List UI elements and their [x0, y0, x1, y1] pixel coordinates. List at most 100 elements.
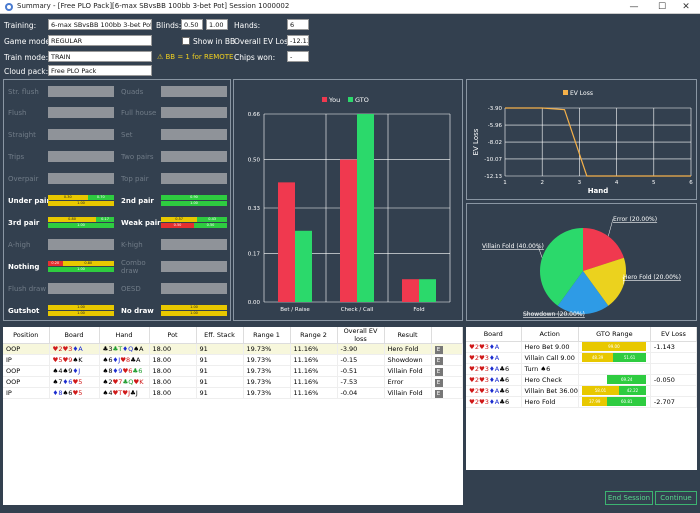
table-row[interactable]: ♥2♥3♦A♣6 Hero Fold 37.99 60.81 -2.707 — [466, 396, 697, 408]
show-in-bb-checkbox[interactable] — [182, 37, 190, 45]
edit-cell[interactable]: E — [431, 365, 463, 377]
blind-sb-field[interactable]: 0.50 — [181, 19, 203, 30]
category-bar-3rd-pair[interactable]: 0.80 0.17 1.00 — [48, 217, 114, 228]
bar-you-fold — [402, 279, 419, 302]
window-title: Summary - [Free PLO Pack][6-max SBvsBB 1… — [17, 2, 290, 10]
table-row[interactable]: OOP ♠7♦6♥5 ♠2♥7♣Q♥K 18.00 91 19.73% 11.16% -7.5… — [3, 376, 463, 388]
column-header-board[interactable]: Board — [466, 327, 522, 342]
category-bar-under-pair[interactable]: 0.30 0.70 1.00 — [48, 195, 114, 206]
range-2-cell: 11.16% — [290, 387, 338, 399]
edit-icon[interactable]: E — [434, 356, 443, 365]
edit-cell[interactable]: E — [431, 387, 463, 399]
table-row[interactable]: IP ♥5♥9♠K ♠6♦J♥8♣A 18.00 91 19.73% 11.16% -0.15… — [3, 354, 463, 366]
category-bar-flush-draw[interactable] — [48, 283, 114, 294]
category-bar-combo-draw[interactable] — [161, 261, 227, 272]
table-row[interactable]: ♥2♥3♦A♣6 Villain Bet 36.00 58.01 42.22 — [466, 385, 697, 397]
category-bar-nothing[interactable]: 0.20 0.80 1.00 — [48, 261, 114, 272]
category-bar-full-house[interactable] — [161, 107, 227, 118]
edit-icon[interactable]: E — [434, 345, 443, 354]
y-tick-label: 0.17 — [248, 252, 261, 258]
gto-range-cell: 48.39 51.61 — [578, 352, 651, 364]
train-mode-field[interactable]: TRAIN — [48, 51, 152, 62]
gto-range-bar: 37.99 60.81 — [581, 397, 646, 406]
column-header-result[interactable]: Result — [384, 327, 432, 344]
bar-gto-bet-raise — [295, 230, 312, 302]
category-bar-flush[interactable] — [48, 107, 114, 118]
column-header-pot[interactable]: Pot — [149, 327, 197, 344]
column-header-hand[interactable]: Hand — [99, 327, 150, 344]
y-tick-label: 0.50 — [248, 158, 261, 164]
cloud-pack-field[interactable]: Free PLO Pack — [48, 65, 152, 76]
category-bar-gutshot[interactable]: 1.00 1.00 — [48, 305, 114, 316]
overall-ev-loss-cell: -0.51 — [337, 365, 385, 377]
table-row[interactable]: ♥2♥3♦A Hero Bet 9.00 99.00 -1.143 — [466, 341, 697, 353]
category-bar-overpair[interactable] — [48, 173, 114, 184]
continue-button[interactable]: Continue — [655, 491, 697, 505]
category-bar-str-flush[interactable] — [48, 86, 114, 97]
category-bar-trips[interactable] — [48, 151, 114, 162]
edit-cell[interactable]: E — [431, 343, 463, 355]
table-row[interactable]: ♥2♥3♦A♣6 Turn ♠6 — [466, 363, 697, 375]
edit-icon[interactable]: E — [434, 389, 443, 398]
category-bar-weak-pair[interactable]: 0.57 0.43 0.50 0.50 — [161, 217, 227, 228]
column-header-gto-range[interactable]: GTO Range — [578, 327, 651, 342]
category-bar-2nd-pair[interactable]: 0.90 1.00 — [161, 195, 227, 206]
pot-cell: 18.00 — [149, 354, 197, 366]
column-header-range-1[interactable]: Range 1 — [243, 327, 291, 344]
game-mode-field[interactable]: REGULAR — [48, 35, 152, 46]
x-tick-label: 2 — [540, 180, 544, 186]
edit-icon[interactable]: E — [434, 378, 443, 387]
edit-icon[interactable]: E — [434, 367, 443, 376]
category-bar-segment: 0.80 — [48, 217, 97, 222]
category-bar-set[interactable] — [161, 129, 227, 140]
category-bar-no-draw[interactable]: 1.00 1.00 — [161, 305, 227, 316]
gto-range-bar: 69.24 — [581, 375, 646, 384]
column-header-board[interactable]: Board — [49, 327, 100, 344]
action-cell: Villain Bet 36.00 — [521, 385, 579, 397]
blind-bb-field[interactable]: 1.00 — [206, 19, 228, 30]
action-cell: Turn ♠6 — [521, 363, 579, 375]
ev-loss-panel: EV Loss -3.90 -5.96 -8.02 -10.07 -12.13 1 2 3 4 5 6… — [466, 79, 697, 200]
category-bar-straight[interactable] — [48, 129, 114, 140]
pie-label-leader — [608, 218, 614, 237]
category-bar-k-high[interactable] — [161, 239, 227, 250]
category-bar-a-high[interactable] — [48, 239, 114, 250]
actions-table-header: Board Action GTO Range EV Loss — [466, 327, 697, 342]
x-tick-label: 1 — [503, 180, 507, 186]
table-row[interactable]: ♥2♥3♦A Villain Call 9.00 48.39 51.61 — [466, 352, 697, 364]
eff-stack-cell: 91 — [196, 387, 244, 399]
training-field[interactable]: 6-max SBvsBB 100bb 3-bet Pot — [48, 19, 152, 30]
eff-stack-cell: 91 — [196, 354, 244, 366]
category-bar-oesd[interactable] — [161, 283, 227, 294]
end-session-button[interactable]: End Session — [605, 491, 653, 505]
gto-range-cell: 99.00 — [578, 341, 651, 353]
category-bar-quads[interactable] — [161, 86, 227, 97]
column-header-position[interactable]: Position — [3, 327, 50, 344]
gto-range-cell — [578, 363, 651, 375]
table-row[interactable]: OOP ♥2♥3♦A ♣3♣T♦Q♠A 18.00 91 19.73% 11.16% -3.9… — [3, 343, 463, 355]
column-header-eff-stack[interactable]: Eff. Stack — [196, 327, 244, 344]
minimize-button[interactable]: — — [620, 0, 648, 14]
board-cell: ♥2♥3♦A — [49, 343, 100, 355]
board-cell: ♦8♠6♥5 — [49, 387, 100, 399]
overall-ev-loss-cell: -0.04 — [337, 387, 385, 399]
category-label-a-high: A-high — [8, 241, 31, 249]
category-bar-top-pair[interactable] — [161, 173, 227, 184]
table-row[interactable]: OOP ♠4♠9♦J ♠8♦9♥6♣6 18.00 91 19.73% 11.16% -0.5… — [3, 365, 463, 377]
column-header-edit[interactable] — [431, 327, 463, 344]
edit-cell[interactable]: E — [431, 354, 463, 366]
board-cell: ♥2♥3♦A — [466, 341, 522, 353]
column-header-range-2[interactable]: Range 2 — [290, 327, 338, 344]
x-tick-label: Check / Call — [341, 307, 374, 313]
table-row[interactable]: ♥2♥3♦A♣6 Hero Check 69.24 -0.050 — [466, 374, 697, 386]
column-header-action[interactable]: Action — [521, 327, 579, 342]
column-header-ev-loss[interactable]: EV Loss — [650, 327, 697, 342]
column-header-overall-ev-loss[interactable]: Overall EV loss — [337, 327, 385, 344]
results-pie-chart: Error (20.00%) Hero Fold (20.00%) Showdown… — [482, 216, 681, 318]
hands-table-header: Position Board Hand Pot Eff. Stack Range 1 Ran… — [3, 327, 463, 344]
category-label-3rd-pair: 3rd pair — [8, 219, 40, 227]
category-bar-two-pairs[interactable] — [161, 151, 227, 162]
close-button[interactable]: ✕ — [672, 0, 700, 14]
edit-cell[interactable]: E — [431, 376, 463, 388]
table-row[interactable]: IP ♦8♠6♥5 ♠4♥T♥J♣J 18.00 91 19.73% 11.16% -0.04… — [3, 387, 463, 399]
